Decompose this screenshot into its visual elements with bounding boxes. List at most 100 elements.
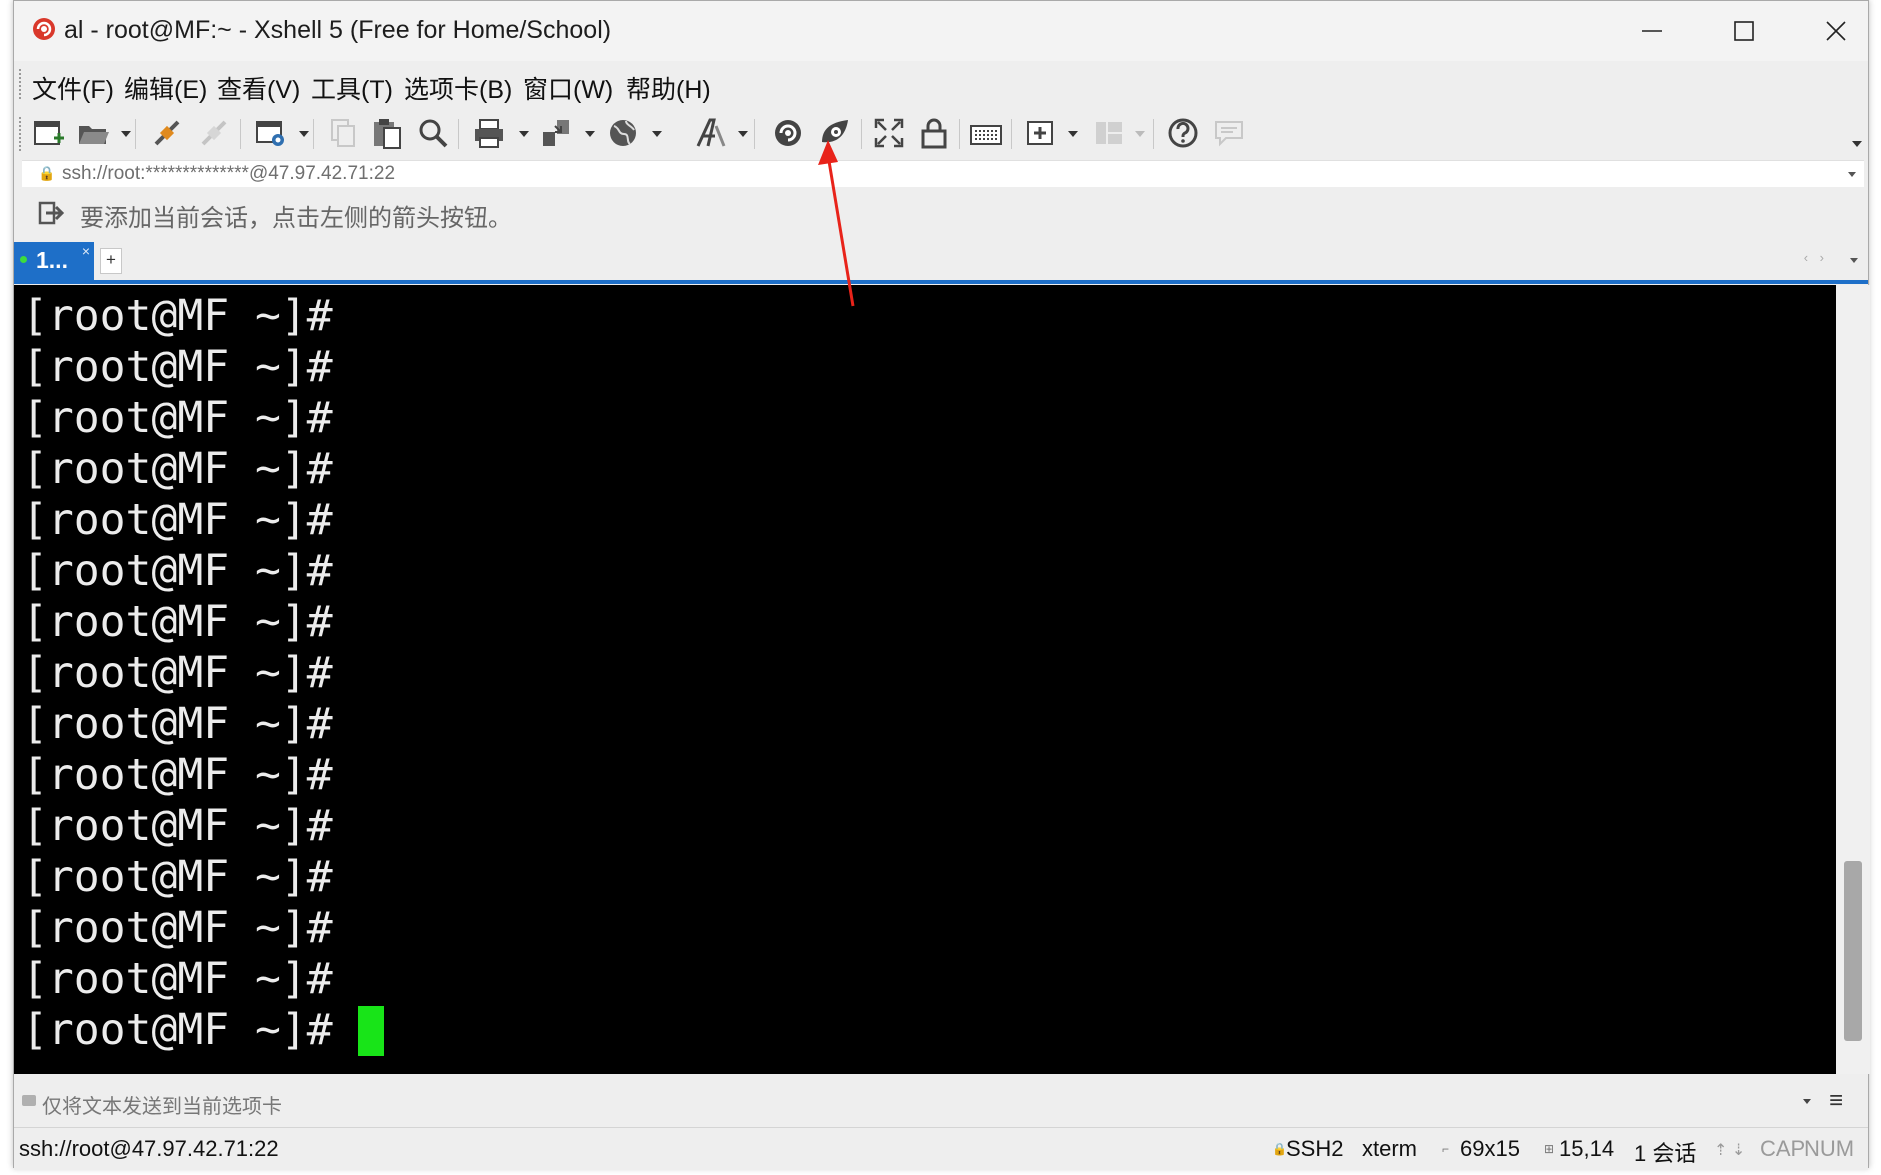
toolbar-grip[interactable] <box>19 117 24 151</box>
font-dropdown-arrow[interactable] <box>738 131 748 137</box>
toolbar-overflow-arrow[interactable] <box>1852 141 1862 147</box>
address-dropdown-arrow[interactable] <box>1848 172 1856 177</box>
toolbar-separator <box>1153 119 1154 149</box>
fullscreen-icon <box>874 118 904 148</box>
scrollbar-thumb[interactable] <box>1844 861 1862 1041</box>
copy-button[interactable] <box>326 115 360 151</box>
transfer-icon <box>543 120 569 146</box>
add-dropdown-arrow[interactable] <box>1068 131 1078 137</box>
close-icon <box>1826 21 1846 41</box>
menu-bar: 文件(F) 编辑(E) 查看(V) 工具(T) 选项卡(B) 窗口(W) 帮助(… <box>14 61 1868 107</box>
background-document <box>0 0 14 1175</box>
terminal-area[interactable]: [root@MF ~]# [root@MF ~]# [root@MF ~]# [… <box>14 285 1836 1074</box>
chat-icon <box>1215 121 1243 147</box>
toolbar-separator <box>240 119 241 149</box>
open-button[interactable] <box>76 115 110 151</box>
address-lock-icon: 🔒 <box>38 165 56 181</box>
address-text[interactable]: ssh://root:**************@47.97.42.71:22 <box>62 163 395 185</box>
status-size: 69x15 <box>1460 1136 1520 1161</box>
add-session-arrow-icon[interactable] <box>36 199 66 227</box>
terminal-line: [root@MF ~]# <box>22 648 333 698</box>
xmanager-icon <box>822 120 848 143</box>
transfer-button[interactable] <box>539 115 573 151</box>
maximize-button[interactable] <box>1698 1 1790 61</box>
xftp-button[interactable] <box>771 115 805 151</box>
reconnect-icon <box>154 120 180 146</box>
session-hint-text: 要添加当前会话，点击左侧的箭头按钮。 <box>80 205 512 232</box>
menubar-grip[interactable] <box>19 69 24 99</box>
terminal-line: [root@MF ~]# <box>22 393 333 443</box>
open-dropdown-arrow[interactable] <box>121 131 131 137</box>
compose-menu-icon[interactable]: ≡ <box>1829 1087 1843 1115</box>
status-upload-download-arrows: ⇡ ⇣ <box>1714 1142 1746 1159</box>
disconnect-button[interactable] <box>197 115 231 151</box>
globe-dropdown-arrow[interactable] <box>652 131 662 137</box>
tab-list-dropdown-arrow[interactable] <box>1850 258 1858 263</box>
status-caps: CAP <box>1760 1136 1806 1161</box>
toolbar-separator <box>313 119 314 149</box>
help-icon <box>1168 118 1198 148</box>
terminal-scrollbar[interactable] <box>1836 285 1870 1074</box>
menu-window[interactable]: 窗口(W) <box>523 70 613 106</box>
compose-dropdown-arrow[interactable] <box>1803 1099 1811 1104</box>
keyboard-button[interactable] <box>969 115 1003 151</box>
layout-button[interactable] <box>1092 115 1126 151</box>
font-button[interactable] <box>694 115 728 151</box>
cursor-pos-icon: ⊞ <box>1544 1142 1555 1156</box>
new-tab-button[interactable]: + <box>100 248 122 274</box>
xftp-icon <box>775 120 801 146</box>
lock-button[interactable] <box>917 115 951 151</box>
menu-view[interactable]: 查看(V) <box>217 70 300 106</box>
globe-button[interactable] <box>606 115 640 151</box>
terminal-line: [root@MF ~]# <box>22 852 333 902</box>
toolbar-separator <box>959 119 960 149</box>
help-button[interactable] <box>1166 115 1200 151</box>
status-bar: ssh://root@47.97.42.71:22 🔒 SSH2 xterm ⌐… <box>14 1127 1868 1170</box>
close-button[interactable] <box>1790 1 1881 61</box>
print-dropdown-arrow[interactable] <box>519 131 529 137</box>
compose-target-text[interactable]: 仅将文本发送到当前选项卡 <box>42 1090 282 1119</box>
find-button[interactable] <box>416 115 450 151</box>
chat-button[interactable] <box>1212 115 1246 151</box>
menu-tools[interactable]: 工具(T) <box>311 70 393 106</box>
properties-dropdown-arrow[interactable] <box>299 131 309 137</box>
properties-button[interactable] <box>254 115 288 151</box>
toolbar-separator <box>754 119 755 149</box>
size-icon: ⌐ <box>1442 1142 1450 1156</box>
add-button[interactable] <box>1024 115 1058 151</box>
menu-edit[interactable]: 编辑(E) <box>124 70 207 106</box>
copy-icon <box>331 119 355 147</box>
xshell-window: al - root@MF:~ - Xshell 5 (Free for Home… <box>13 0 1870 1170</box>
open-folder-icon <box>79 126 109 144</box>
menu-help[interactable]: 帮助(H) <box>626 70 711 106</box>
status-num: NUM <box>1804 1136 1855 1161</box>
minimize-button[interactable] <box>1606 1 1698 61</box>
minimize-icon <box>1642 30 1662 32</box>
transfer-dropdown-arrow[interactable] <box>585 131 595 137</box>
terminal-line: [root@MF ~]# <box>22 801 333 851</box>
print-icon <box>475 119 503 148</box>
toolbar-separator <box>1011 119 1012 149</box>
window-title: al - root@MF:~ - Xshell 5 (Free for Home… <box>64 16 612 44</box>
reconnect-button[interactable] <box>150 115 184 151</box>
terminal-line: [root@MF ~]# <box>22 546 333 596</box>
terminal-line: [root@MF ~]# <box>22 954 333 1004</box>
toolbar-separator <box>458 119 459 149</box>
font-icon <box>696 118 726 147</box>
layout-dropdown-arrow[interactable] <box>1135 131 1145 137</box>
tab-close-icon[interactable]: × <box>82 243 90 259</box>
print-button[interactable] <box>472 115 506 151</box>
menu-tabs[interactable]: 选项卡(B) <box>404 70 512 106</box>
tab-scroll-arrows[interactable]: ‹ › <box>1804 250 1828 265</box>
menu-file[interactable]: 文件(F) <box>32 70 114 106</box>
tab-session-1[interactable]: 1... × <box>14 242 94 280</box>
terminal-line: [root@MF ~]# <box>22 291 333 341</box>
address-bar[interactable]: 🔒 ssh://root:**************@47.97.42.71:… <box>22 160 1864 187</box>
new-session-button[interactable] <box>32 115 66 151</box>
status-sessions: 1 会话 <box>1634 1141 1697 1166</box>
status-connection: ssh://root@47.97.42.71:22 <box>19 1136 279 1161</box>
xmanager-button[interactable] <box>818 115 852 151</box>
paste-button[interactable] <box>370 115 404 151</box>
tab-bar: 1... × + ‹ › <box>14 238 1868 284</box>
fullscreen-button[interactable] <box>872 115 906 151</box>
